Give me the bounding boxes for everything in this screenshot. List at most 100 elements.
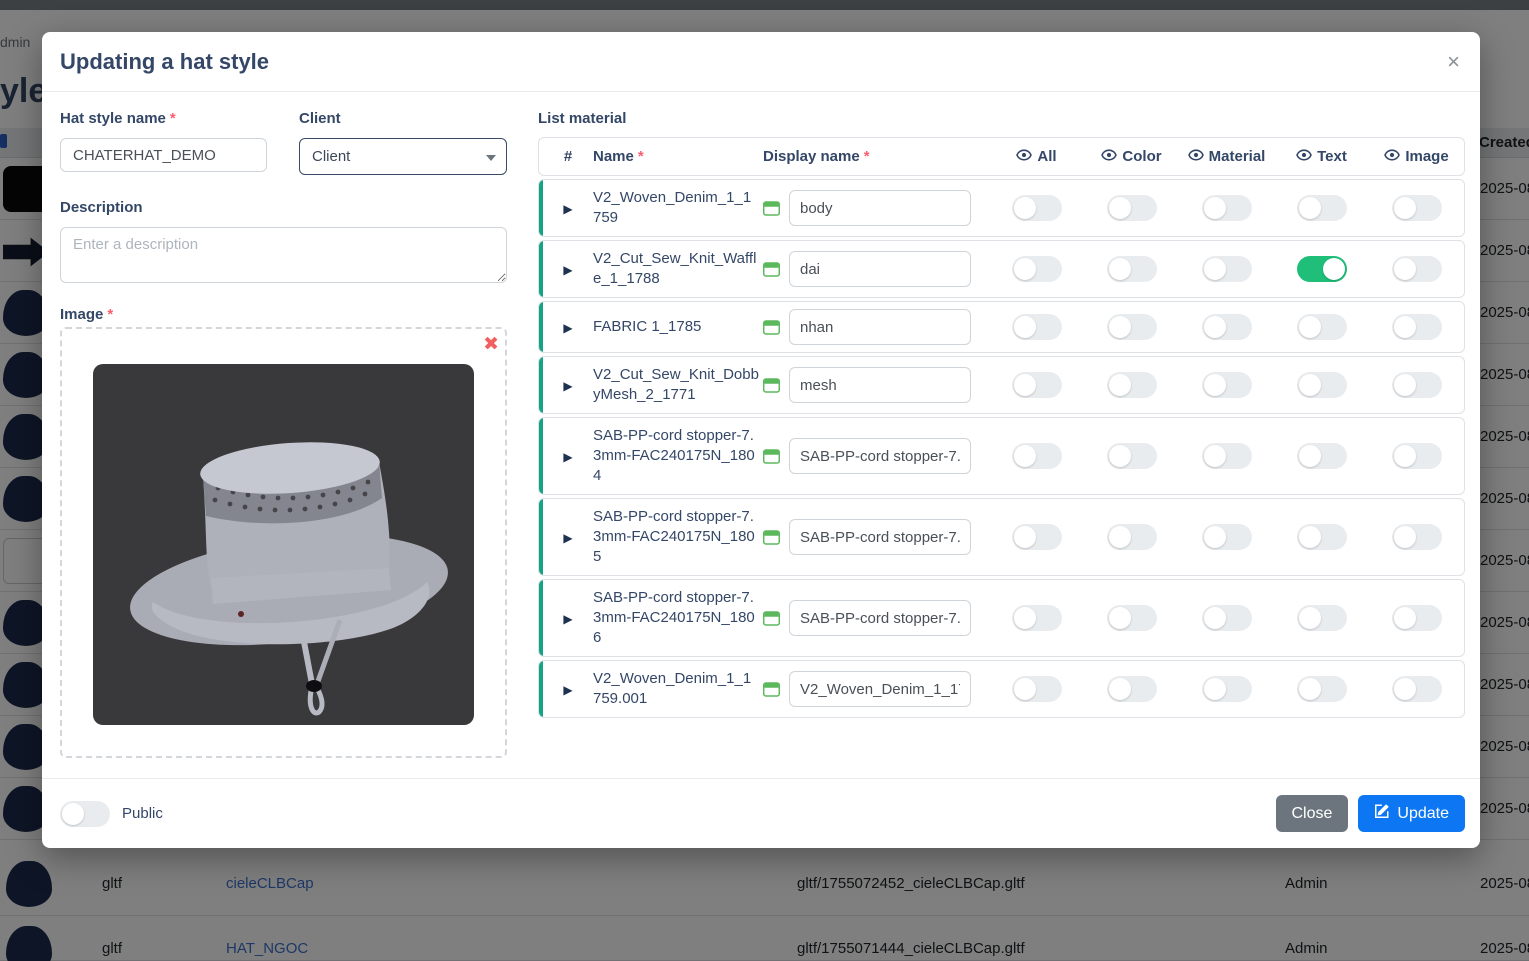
visibility-toggle-image[interactable] bbox=[1392, 676, 1442, 702]
image-dropzone[interactable]: ✖ bbox=[60, 327, 507, 758]
hat-style-name-input[interactable] bbox=[60, 138, 267, 172]
client-select[interactable]: Client bbox=[299, 138, 507, 175]
visibility-toggle-color[interactable] bbox=[1107, 314, 1157, 340]
material-card-icon bbox=[763, 449, 789, 464]
visibility-toggle-material[interactable] bbox=[1202, 314, 1252, 340]
material-card-icon bbox=[763, 201, 789, 216]
visibility-toggle-material[interactable] bbox=[1202, 524, 1252, 550]
material-row: ▶SAB-PP-cord stopper-7.3mm-FAC240175N_18… bbox=[538, 417, 1465, 495]
image-label: Image* bbox=[60, 306, 113, 323]
modal-title: Updating a hat style bbox=[60, 49, 269, 75]
visibility-toggle-all[interactable] bbox=[1012, 605, 1062, 631]
chevron-down-icon bbox=[486, 155, 496, 161]
visibility-toggle-color[interactable] bbox=[1107, 605, 1157, 631]
visibility-toggle-color[interactable] bbox=[1107, 372, 1157, 398]
display-name-input[interactable] bbox=[789, 600, 971, 636]
visibility-toggle-material[interactable] bbox=[1202, 372, 1252, 398]
expand-row-button[interactable]: ▶ bbox=[543, 530, 593, 545]
material-name: V2_Woven_Denim_1_1759.001 bbox=[593, 661, 763, 717]
required-asterisk: * bbox=[170, 110, 176, 127]
pencil-square-icon bbox=[1374, 803, 1390, 824]
visibility-toggle-image[interactable] bbox=[1392, 314, 1442, 340]
visibility-toggle-text[interactable] bbox=[1297, 314, 1347, 340]
visibility-toggle-text[interactable] bbox=[1297, 372, 1347, 398]
eye-icon bbox=[1016, 147, 1032, 167]
visibility-toggle-color[interactable] bbox=[1107, 195, 1157, 221]
expand-row-button[interactable]: ▶ bbox=[543, 449, 593, 464]
visibility-toggle-color[interactable] bbox=[1107, 443, 1157, 469]
expand-row-button[interactable]: ▶ bbox=[543, 611, 593, 626]
hat-preview-image bbox=[93, 364, 474, 725]
display-name-input[interactable] bbox=[789, 519, 971, 555]
display-name-input[interactable] bbox=[789, 251, 971, 287]
visibility-toggle-material[interactable] bbox=[1202, 256, 1252, 282]
expand-row-button[interactable]: ▶ bbox=[543, 378, 593, 393]
visibility-toggle-material[interactable] bbox=[1202, 443, 1252, 469]
visibility-toggle-text[interactable] bbox=[1297, 443, 1347, 469]
visibility-toggle-all[interactable] bbox=[1012, 372, 1062, 398]
caret-right-icon: ▶ bbox=[563, 321, 572, 335]
material-table-header: # Name* Display name* AllColorMaterialTe… bbox=[538, 137, 1465, 176]
caret-right-icon: ▶ bbox=[563, 202, 572, 216]
display-name-input[interactable] bbox=[789, 671, 971, 707]
public-toggle-label: Public bbox=[122, 805, 163, 822]
material-name: V2_Cut_Sew_Knit_Waffle_1_1788 bbox=[593, 241, 763, 297]
visibility-toggle-text[interactable] bbox=[1297, 676, 1347, 702]
visibility-toggle-color[interactable] bbox=[1107, 524, 1157, 550]
visibility-toggle-all[interactable] bbox=[1012, 524, 1062, 550]
eye-column-header-image: Image bbox=[1369, 147, 1464, 167]
eye-icon bbox=[1296, 147, 1312, 167]
visibility-toggle-text[interactable] bbox=[1297, 605, 1347, 631]
eye-icon bbox=[1101, 147, 1117, 167]
visibility-toggle-text[interactable] bbox=[1297, 524, 1347, 550]
expand-row-button[interactable]: ▶ bbox=[543, 320, 593, 335]
delete-image-icon[interactable]: ✖ bbox=[483, 335, 499, 354]
material-card-icon bbox=[763, 682, 789, 697]
expand-row-button[interactable]: ▶ bbox=[543, 262, 593, 277]
display-name-input[interactable] bbox=[789, 367, 971, 403]
visibility-toggle-image[interactable] bbox=[1392, 372, 1442, 398]
eye-icon bbox=[1188, 147, 1204, 167]
material-row: ▶SAB-PP-cord stopper-7.3mm-FAC240175N_18… bbox=[538, 579, 1465, 657]
visibility-toggle-text[interactable] bbox=[1297, 256, 1347, 282]
material-row: ▶V2_Woven_Denim_1_1759 bbox=[538, 179, 1465, 237]
visibility-toggle-all[interactable] bbox=[1012, 443, 1062, 469]
visibility-toggle-image[interactable] bbox=[1392, 256, 1442, 282]
visibility-toggle-color[interactable] bbox=[1107, 676, 1157, 702]
public-toggle[interactable] bbox=[60, 801, 110, 827]
caret-right-icon: ▶ bbox=[563, 612, 572, 626]
display-name-input[interactable] bbox=[789, 190, 971, 226]
visibility-toggle-image[interactable] bbox=[1392, 443, 1442, 469]
material-row: ▶V2_Cut_Sew_Knit_DobbyMesh_2_1771 bbox=[538, 356, 1465, 414]
description-textarea[interactable] bbox=[60, 227, 507, 283]
eye-column-header-all: All bbox=[989, 147, 1084, 167]
material-row: ▶V2_Cut_Sew_Knit_Waffle_1_1788 bbox=[538, 240, 1465, 298]
close-icon[interactable]: × bbox=[1447, 51, 1460, 73]
expand-row-button[interactable]: ▶ bbox=[543, 682, 593, 697]
caret-right-icon: ▶ bbox=[563, 450, 572, 464]
hat-style-name-label: Hat style name* bbox=[60, 110, 176, 127]
name-column-header: Name* bbox=[593, 148, 763, 165]
visibility-toggle-all[interactable] bbox=[1012, 676, 1062, 702]
visibility-toggle-text[interactable] bbox=[1297, 195, 1347, 221]
material-name: V2_Cut_Sew_Knit_DobbyMesh_2_1771 bbox=[593, 357, 763, 413]
visibility-toggle-material[interactable] bbox=[1202, 605, 1252, 631]
display-name-input[interactable] bbox=[789, 309, 971, 345]
visibility-toggle-all[interactable] bbox=[1012, 195, 1062, 221]
close-button[interactable]: Close bbox=[1276, 795, 1349, 832]
display-name-input[interactable] bbox=[789, 438, 971, 474]
visibility-toggle-all[interactable] bbox=[1012, 314, 1062, 340]
caret-right-icon: ▶ bbox=[563, 683, 572, 697]
update-button[interactable]: Update bbox=[1358, 795, 1465, 832]
visibility-toggle-image[interactable] bbox=[1392, 195, 1442, 221]
expand-row-button[interactable]: ▶ bbox=[543, 201, 593, 216]
material-row: ▶ V2_Woven_Denim_1_1759.001 bbox=[538, 660, 1465, 718]
material-name: FABRIC 1_1785 bbox=[593, 309, 763, 345]
visibility-toggle-material[interactable] bbox=[1202, 195, 1252, 221]
material-row: ▶ FABRIC 1_1785 bbox=[538, 301, 1465, 353]
visibility-toggle-image[interactable] bbox=[1392, 524, 1442, 550]
visibility-toggle-color[interactable] bbox=[1107, 256, 1157, 282]
visibility-toggle-all[interactable] bbox=[1012, 256, 1062, 282]
visibility-toggle-image[interactable] bbox=[1392, 605, 1442, 631]
visibility-toggle-material[interactable] bbox=[1202, 676, 1252, 702]
